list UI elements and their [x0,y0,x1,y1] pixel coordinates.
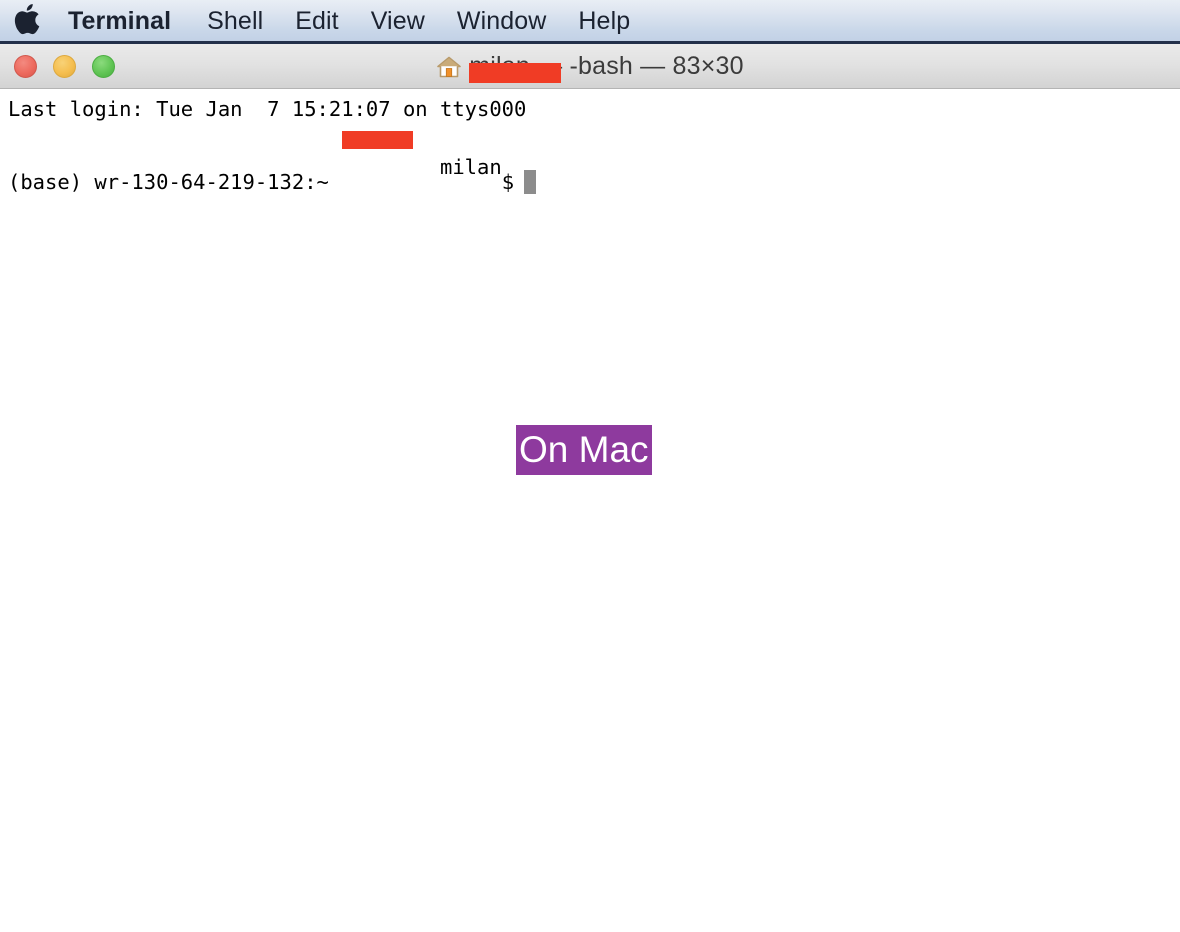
prompt-suffix: $ [501,169,515,194]
menu-item-view[interactable]: View [355,1,441,41]
terminal-output-area[interactable]: Last login: Tue Jan 7 15:21:07 on ttys00… [0,89,1180,931]
window-title: milan — -bash — 83×30 [0,44,1180,89]
minimize-button[interactable] [53,55,76,78]
prompt-prefix: (base) wr-130-64-219-132:~ [8,169,342,194]
close-button[interactable] [14,55,37,78]
menu-item-edit[interactable]: Edit [279,1,354,41]
zoom-button[interactable] [92,55,115,78]
traffic-light-group [14,44,115,89]
window-title-username-redacted: milan [469,52,562,83]
annotation-label-on-mac: On Mac [516,425,652,475]
window-title-text: — -bash — 83×30 [530,52,744,80]
terminal-prompt-line: (base) wr-130-64-219-132:~ milan $ [8,124,1180,240]
terminal-line-last-login: Last login: Tue Jan 7 15:21:07 on ttys00… [8,97,527,121]
menu-item-shell[interactable]: Shell [191,1,279,41]
terminal-cursor [524,170,537,194]
macos-menu-bar: Terminal Shell Edit View Window Help [0,0,1180,44]
prompt-username-redacted: milan [341,124,502,240]
menu-item-window[interactable]: Window [441,1,563,41]
house-icon [437,56,462,77]
prompt-username: milan [440,155,502,179]
menu-item-terminal[interactable]: Terminal [54,1,191,41]
window-title-username: milan [469,52,530,80]
window-titlebar[interactable]: milan — -bash — 83×30 [0,44,1180,89]
apple-logo-icon[interactable] [6,4,46,37]
menu-item-help[interactable]: Help [562,1,646,41]
terminal-window: milan — -bash — 83×30 Last login: Tue Ja… [0,44,1180,932]
redaction-overlay-prompt [342,131,414,149]
redaction-overlay-title [469,63,562,83]
